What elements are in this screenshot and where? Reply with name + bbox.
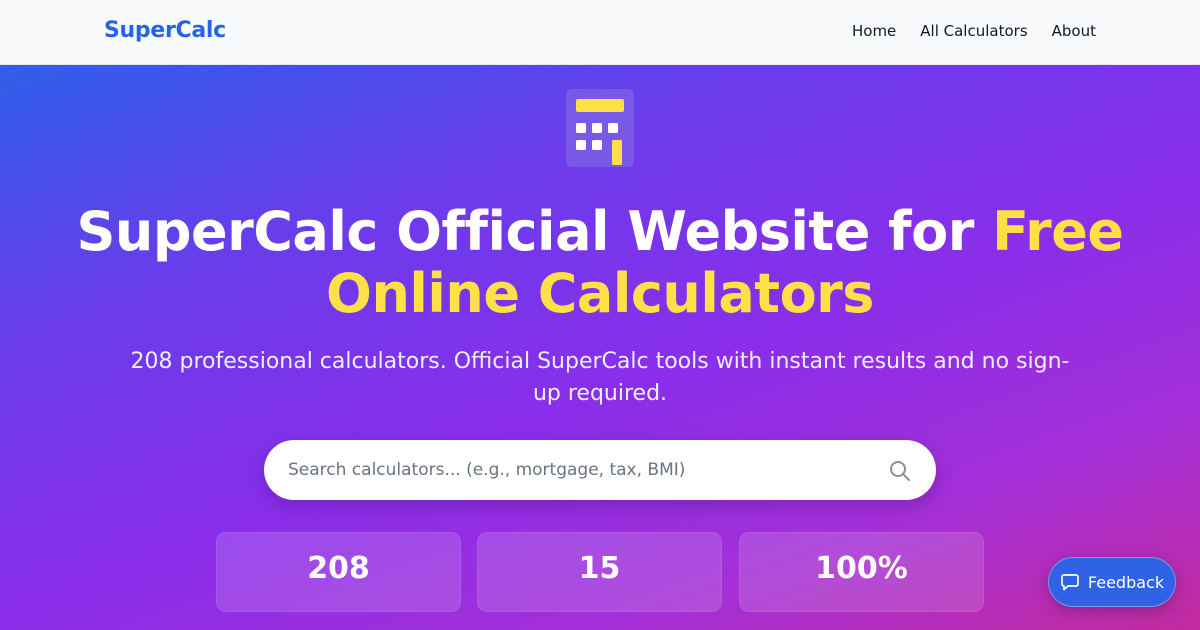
chat-bubble-icon	[1061, 574, 1079, 591]
stat-value: 100%	[815, 551, 908, 586]
search-bar	[264, 440, 936, 500]
top-navbar: SuperCalc Home All Calculators About	[0, 0, 1200, 65]
site-logo[interactable]: SuperCalc	[104, 18, 226, 43]
nav-link-about[interactable]: About	[1052, 22, 1096, 40]
stat-card-categories: 15	[477, 532, 722, 612]
nav-link-all-calculators[interactable]: All Calculators	[920, 22, 1027, 40]
hero-headline-main: SuperCalc Official Website for	[76, 200, 993, 263]
calculator-icon	[566, 89, 634, 167]
stat-value: 15	[578, 551, 621, 586]
feedback-button[interactable]: Feedback	[1048, 557, 1176, 607]
hero-subtitle: 208 professional calculators. Official S…	[130, 349, 1070, 406]
hero-headline: SuperCalc Official Website for Free Onli…	[60, 201, 1140, 325]
feedback-label: Feedback	[1087, 572, 1165, 592]
search-icon[interactable]	[888, 459, 912, 483]
stat-card-free: 100%	[739, 532, 984, 612]
nav-links: Home All Calculators About	[852, 22, 1096, 40]
nav-link-home[interactable]: Home	[852, 22, 896, 40]
search-input[interactable]	[288, 440, 868, 500]
stat-value: 208	[307, 551, 370, 586]
stat-card-calculators: 208	[216, 532, 461, 612]
